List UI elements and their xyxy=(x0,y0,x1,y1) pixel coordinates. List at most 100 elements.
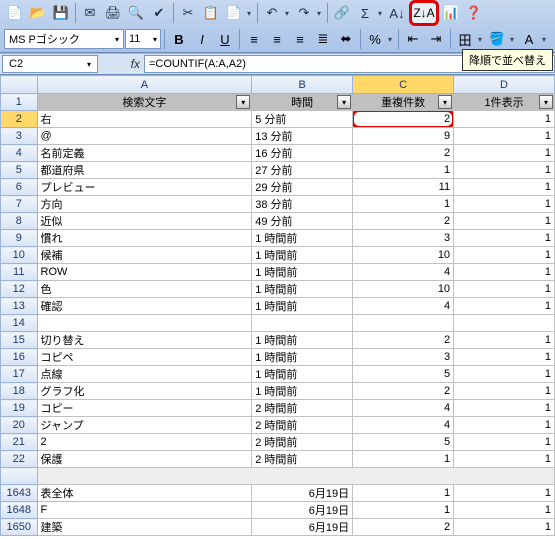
cell[interactable]: 1 xyxy=(454,298,555,315)
cell[interactable]: 1 xyxy=(454,383,555,400)
cell[interactable]: 名前定義 xyxy=(37,145,252,162)
spell-icon[interactable]: ✔ xyxy=(148,2,170,24)
cell[interactable]: ROW xyxy=(37,264,252,281)
cell[interactable]: 1 xyxy=(454,349,555,366)
cell[interactable]: 1 xyxy=(454,179,555,196)
cell[interactable]: 1 xyxy=(454,196,555,213)
cell[interactable]: 4 xyxy=(353,264,454,281)
cell[interactable]: グラフ化 xyxy=(37,383,252,400)
align-center-icon[interactable]: ≡ xyxy=(266,28,288,50)
cell[interactable]: 確認 xyxy=(37,298,252,315)
cell[interactable]: 1 xyxy=(454,332,555,349)
cell[interactable]: 1 xyxy=(353,451,454,468)
header-cell[interactable]: 時間▾ xyxy=(252,94,353,111)
cell[interactable]: 27 分前 xyxy=(252,162,353,179)
header-cell[interactable]: 1件表示▾ xyxy=(454,94,555,111)
cell[interactable]: 1 xyxy=(454,434,555,451)
filter-button[interactable]: ▾ xyxy=(337,95,351,109)
cell[interactable] xyxy=(454,315,555,332)
row-head[interactable]: 6 xyxy=(1,179,38,196)
cell[interactable]: 1 xyxy=(454,111,555,128)
cell[interactable]: 1 xyxy=(454,128,555,145)
cell[interactable]: 16 分前 xyxy=(252,145,353,162)
row-head[interactable]: 2 xyxy=(1,111,38,128)
fill-dropdown-icon[interactable]: ▾ xyxy=(507,28,517,50)
cell[interactable]: 1 時間前 xyxy=(252,298,353,315)
filter-button[interactable]: ▾ xyxy=(539,95,553,109)
row-head[interactable]: 14 xyxy=(1,315,38,332)
cell[interactable] xyxy=(37,315,252,332)
paste-dropdown-icon[interactable]: ▾ xyxy=(244,2,254,24)
align-right-icon[interactable]: ≡ xyxy=(289,28,311,50)
cell[interactable]: 2 xyxy=(353,519,454,536)
cell[interactable]: 2 xyxy=(353,383,454,400)
col-head-C[interactable]: C xyxy=(353,76,454,94)
cell[interactable]: 1 xyxy=(454,247,555,264)
mail-icon[interactable]: ✉ xyxy=(79,2,101,24)
row-head[interactable]: 1648 xyxy=(1,502,38,519)
col-head-B[interactable]: B xyxy=(252,76,353,94)
cell[interactable]: 切り替え xyxy=(37,332,252,349)
header-cell[interactable]: 検索文字▾ xyxy=(37,94,252,111)
cell[interactable]: 29 分前 xyxy=(252,179,353,196)
font-size-combo[interactable]: 11 ▾ xyxy=(125,29,161,49)
cell[interactable]: 1 xyxy=(454,230,555,247)
cell[interactable]: 近似 xyxy=(37,213,252,230)
save-icon[interactable]: 💾 xyxy=(50,2,72,24)
cell[interactable]: 1 xyxy=(353,502,454,519)
row-head[interactable]: 20 xyxy=(1,417,38,434)
cell[interactable]: 3 xyxy=(353,349,454,366)
cell[interactable]: F xyxy=(37,502,252,519)
cell[interactable]: 1 時間前 xyxy=(252,247,353,264)
cell[interactable]: 1 時間前 xyxy=(252,230,353,247)
cell[interactable]: 3 xyxy=(353,230,454,247)
cell[interactable]: 1 時間前 xyxy=(252,366,353,383)
cell[interactable] xyxy=(353,315,454,332)
cell[interactable]: 6月19日 xyxy=(252,519,353,536)
open-icon[interactable]: 📂 xyxy=(27,2,49,24)
cell[interactable]: 1 xyxy=(454,400,555,417)
cut-icon[interactable]: ✂ xyxy=(177,2,199,24)
outdent-icon[interactable]: ⇤ xyxy=(402,28,424,50)
row-head[interactable]: 1643 xyxy=(1,485,38,502)
cell[interactable]: 表全体 xyxy=(37,485,252,502)
cell[interactable]: 1 xyxy=(454,519,555,536)
cell[interactable]: 1 xyxy=(454,366,555,383)
filter-button[interactable]: ▾ xyxy=(236,95,250,109)
col-head-D[interactable]: D xyxy=(454,76,555,94)
cell[interactable]: @ xyxy=(37,128,252,145)
cell[interactable]: 11 xyxy=(353,179,454,196)
worksheet-grid[interactable]: A B C D 1 検索文字▾ 時間▾ 重複件数▾ 1件表示▾ 2 右 5 分前… xyxy=(0,75,555,536)
cell[interactable]: 1 xyxy=(454,502,555,519)
cell[interactable]: 1 xyxy=(454,451,555,468)
cell[interactable]: 5 分前 xyxy=(252,111,353,128)
underline-button[interactable]: U xyxy=(214,28,236,50)
row-head[interactable]: 1650 xyxy=(1,519,38,536)
cell[interactable]: 方向 xyxy=(37,196,252,213)
chevron-down-icon[interactable]: ▾ xyxy=(87,60,91,69)
italic-button[interactable]: I xyxy=(191,28,213,50)
cell[interactable]: 1 xyxy=(454,417,555,434)
row-head[interactable]: 21 xyxy=(1,434,38,451)
border-dropdown-icon[interactable]: ▾ xyxy=(475,28,485,50)
cell[interactable]: 49 分前 xyxy=(252,213,353,230)
cell[interactable]: 4 xyxy=(353,417,454,434)
cell[interactable]: 2 xyxy=(353,145,454,162)
cell[interactable]: 1 xyxy=(353,485,454,502)
row-head[interactable]: 8 xyxy=(1,213,38,230)
row-head[interactable]: 13 xyxy=(1,298,38,315)
cell[interactable]: 色 xyxy=(37,281,252,298)
chart-icon[interactable]: 📊 xyxy=(440,2,462,24)
chevron-down-icon[interactable]: ▾ xyxy=(153,35,157,44)
cell[interactable]: 2 xyxy=(353,332,454,349)
row-head[interactable]: 3 xyxy=(1,128,38,145)
cell[interactable]: 9 xyxy=(353,128,454,145)
cell[interactable]: 1 xyxy=(353,196,454,213)
percent-icon[interactable]: % xyxy=(364,28,386,50)
cell[interactable]: 6月19日 xyxy=(252,502,353,519)
cell[interactable]: 2 時間前 xyxy=(252,434,353,451)
cell[interactable]: 5 xyxy=(353,366,454,383)
row-head[interactable]: 4 xyxy=(1,145,38,162)
fontcolor-icon[interactable]: A xyxy=(518,28,540,50)
undo-icon[interactable]: ↶ xyxy=(261,2,283,24)
